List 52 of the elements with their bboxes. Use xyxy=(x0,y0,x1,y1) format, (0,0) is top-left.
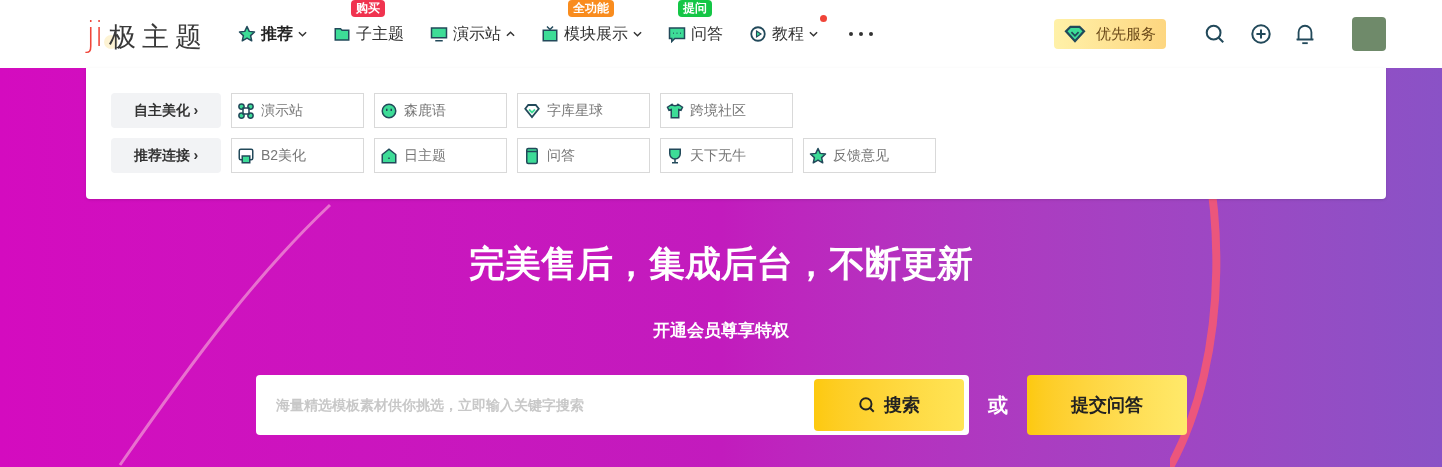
face-icon xyxy=(380,101,398,120)
printer-icon xyxy=(237,146,255,165)
caret-icon xyxy=(632,31,642,37)
logo[interactable]: ji 极主题 xyxy=(86,17,208,51)
menu-link[interactable]: 跨境社区 xyxy=(660,93,793,128)
nav-badge: 全功能 xyxy=(568,0,615,17)
play-icon xyxy=(748,25,767,43)
tv-icon xyxy=(540,25,559,43)
add-icon[interactable] xyxy=(1250,23,1272,45)
hero-subtitle: 开通会员尊享特权 xyxy=(653,322,789,339)
star-icon xyxy=(237,25,256,43)
gem-icon xyxy=(523,101,541,120)
caret-icon xyxy=(505,31,515,37)
menu-link[interactable]: 森鹿语 xyxy=(374,93,507,128)
gem-icon xyxy=(1064,25,1086,43)
shirt-icon xyxy=(666,101,684,120)
submit-question-button[interactable]: 提交问答 xyxy=(1026,375,1187,435)
command-icon xyxy=(237,101,255,120)
menu-link[interactable]: 天下无牛 xyxy=(660,138,793,173)
nav-badge: 提问 xyxy=(678,0,713,17)
nav-item[interactable]: 模块展示 xyxy=(540,22,642,46)
star-icon xyxy=(809,146,827,165)
bell-icon[interactable] xyxy=(1294,23,1316,45)
priority-service-button[interactable]: 优先服务 xyxy=(1054,19,1166,49)
chat-icon xyxy=(667,25,686,43)
caret-icon xyxy=(808,31,818,37)
menu-link[interactable]: B2美化 xyxy=(231,138,364,173)
monitor-icon xyxy=(429,25,448,43)
more-icon[interactable] xyxy=(847,31,874,37)
menu-link[interactable]: 反馈意见 xyxy=(803,138,936,173)
hero-title: 完美售后，集成后台，不断更新 xyxy=(469,246,973,282)
search-icon[interactable] xyxy=(1204,23,1226,45)
house-icon xyxy=(380,146,398,165)
nav-item[interactable]: 子主题 xyxy=(332,22,404,46)
search-icon xyxy=(857,396,876,414)
menu-link[interactable]: 日主题 xyxy=(374,138,507,173)
trophy-icon xyxy=(666,146,684,165)
category-label: 推荐连接 › xyxy=(111,138,221,173)
folder-icon xyxy=(332,25,351,43)
nav-badge: 购买 xyxy=(351,0,386,17)
menu-link[interactable]: 演示站 xyxy=(231,93,364,128)
category-label: 自主美化 › xyxy=(111,93,221,128)
menu-link[interactable]: 问答 xyxy=(517,138,650,173)
nav-item[interactable]: 推荐 xyxy=(237,22,307,46)
nav-item[interactable]: 演示站 xyxy=(429,22,515,46)
search-button[interactable]: 搜索 xyxy=(813,379,964,431)
phone-icon xyxy=(523,146,541,165)
nav-item[interactable]: 教程 xyxy=(748,22,818,46)
or-label: 或 xyxy=(987,393,1008,418)
nav-item[interactable]: 问答 xyxy=(667,22,723,46)
menu-link[interactable]: 字库星球 xyxy=(517,93,650,128)
caret-icon xyxy=(297,31,307,37)
